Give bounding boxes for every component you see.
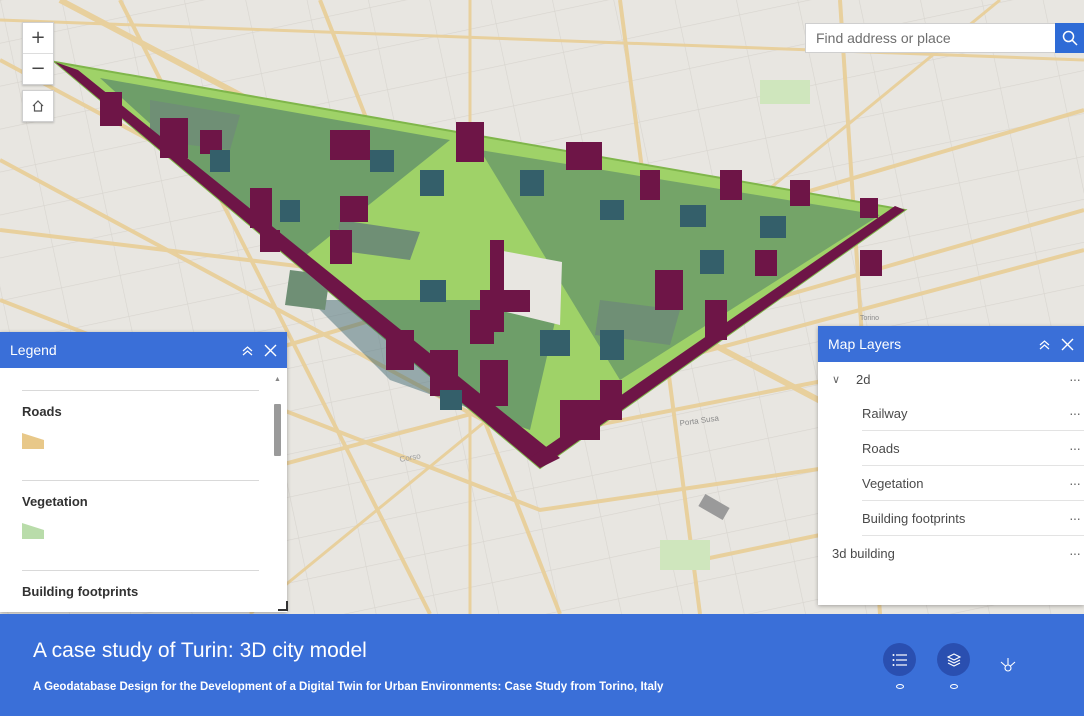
layer-name: Building footprints xyxy=(862,510,966,526)
search-input[interactable] xyxy=(806,30,1056,46)
legend-divider xyxy=(22,390,259,391)
footer-banner: A case study of Turin: 3D city model A G… xyxy=(0,614,1084,716)
zoom-in-button[interactable]: + xyxy=(23,23,53,53)
map-label-torino: Torino xyxy=(860,315,879,322)
collapse-icon[interactable] xyxy=(1038,338,1051,351)
page-subtitle: A Geodatabase Design for the Development… xyxy=(33,681,664,693)
zoom-control: + − xyxy=(22,22,54,85)
legend-title: Legend xyxy=(10,342,57,358)
legend-label: Vegetation xyxy=(22,494,88,509)
home-icon xyxy=(32,100,44,112)
scrollbar-thumb[interactable] xyxy=(274,404,281,456)
layer-name: 2d xyxy=(856,371,871,387)
close-icon[interactable] xyxy=(264,344,277,357)
layer-item-vegetation[interactable]: Vegetation ··· xyxy=(862,466,1084,501)
layer-group-2d[interactable]: ∨ 2d ··· xyxy=(818,362,1084,396)
home-button[interactable] xyxy=(22,90,54,122)
resize-handle[interactable] xyxy=(278,601,288,611)
chevron-down-icon[interactable]: ∨ xyxy=(832,373,856,386)
legend-section-roads: Roads xyxy=(22,404,259,454)
more-options-icon[interactable]: ··· xyxy=(1058,510,1084,526)
layer-name: Vegetation xyxy=(862,475,924,491)
layers-icon xyxy=(946,652,961,667)
legend-divider xyxy=(22,480,259,481)
zoom-out-button[interactable]: − xyxy=(23,53,53,84)
more-options-icon[interactable]: ··· xyxy=(1058,545,1084,561)
collapse-icon[interactable] xyxy=(241,344,254,357)
layer-item-roads[interactable]: Roads ··· xyxy=(862,431,1084,466)
legend-label: Roads xyxy=(22,404,62,419)
vegetation-symbol xyxy=(22,523,44,539)
close-icon[interactable] xyxy=(1061,338,1074,351)
scroll-up-icon[interactable]: ▲ xyxy=(274,376,281,383)
layers-header: Map Layers xyxy=(818,326,1084,362)
layers-toggle-button[interactable] xyxy=(937,643,970,676)
layer-name: Roads xyxy=(862,440,900,456)
search-button[interactable] xyxy=(1055,23,1084,53)
legend-header: Legend xyxy=(0,332,287,368)
layer-item-railway[interactable]: Railway ··· xyxy=(862,396,1084,431)
legend-panel: Legend Roads Vegetation Building footpri… xyxy=(0,332,287,612)
share-icon[interactable] xyxy=(1000,657,1016,673)
legend-toggle-button[interactable] xyxy=(883,643,916,676)
more-options-icon[interactable]: ··· xyxy=(1058,475,1084,491)
layer-item-3d-building[interactable]: 3d building ··· xyxy=(818,536,1084,570)
layers-title: Map Layers xyxy=(828,336,902,352)
legend-section-vegetation: Vegetation xyxy=(22,494,259,544)
more-options-icon[interactable]: ··· xyxy=(1058,371,1084,387)
map-layers-panel: Map Layers ∨ 2d ··· Railway ··· Roads ··… xyxy=(818,326,1084,605)
legend-label: Building footprints xyxy=(22,584,139,599)
layer-item-building-footprints[interactable]: Building footprints ··· xyxy=(862,501,1084,536)
legend-section-building-footprints: Building footprints xyxy=(22,584,259,599)
search-icon xyxy=(1062,30,1078,46)
more-options-icon[interactable]: ··· xyxy=(1058,440,1084,456)
page-title: A case study of Turin: 3D city model xyxy=(33,639,367,662)
legend-body[interactable]: Roads Vegetation Building footprints ▲ xyxy=(0,368,287,612)
active-indicator xyxy=(896,684,904,689)
legend-scrollbar[interactable]: ▲ xyxy=(273,376,282,608)
layer-name: Railway xyxy=(862,405,908,421)
legend-divider xyxy=(22,570,259,571)
roads-symbol xyxy=(22,433,44,449)
layer-name: 3d building xyxy=(832,545,895,561)
list-icon xyxy=(892,653,907,666)
search-box xyxy=(805,23,1057,53)
active-indicator xyxy=(950,684,958,689)
more-options-icon[interactable]: ··· xyxy=(1058,405,1084,421)
